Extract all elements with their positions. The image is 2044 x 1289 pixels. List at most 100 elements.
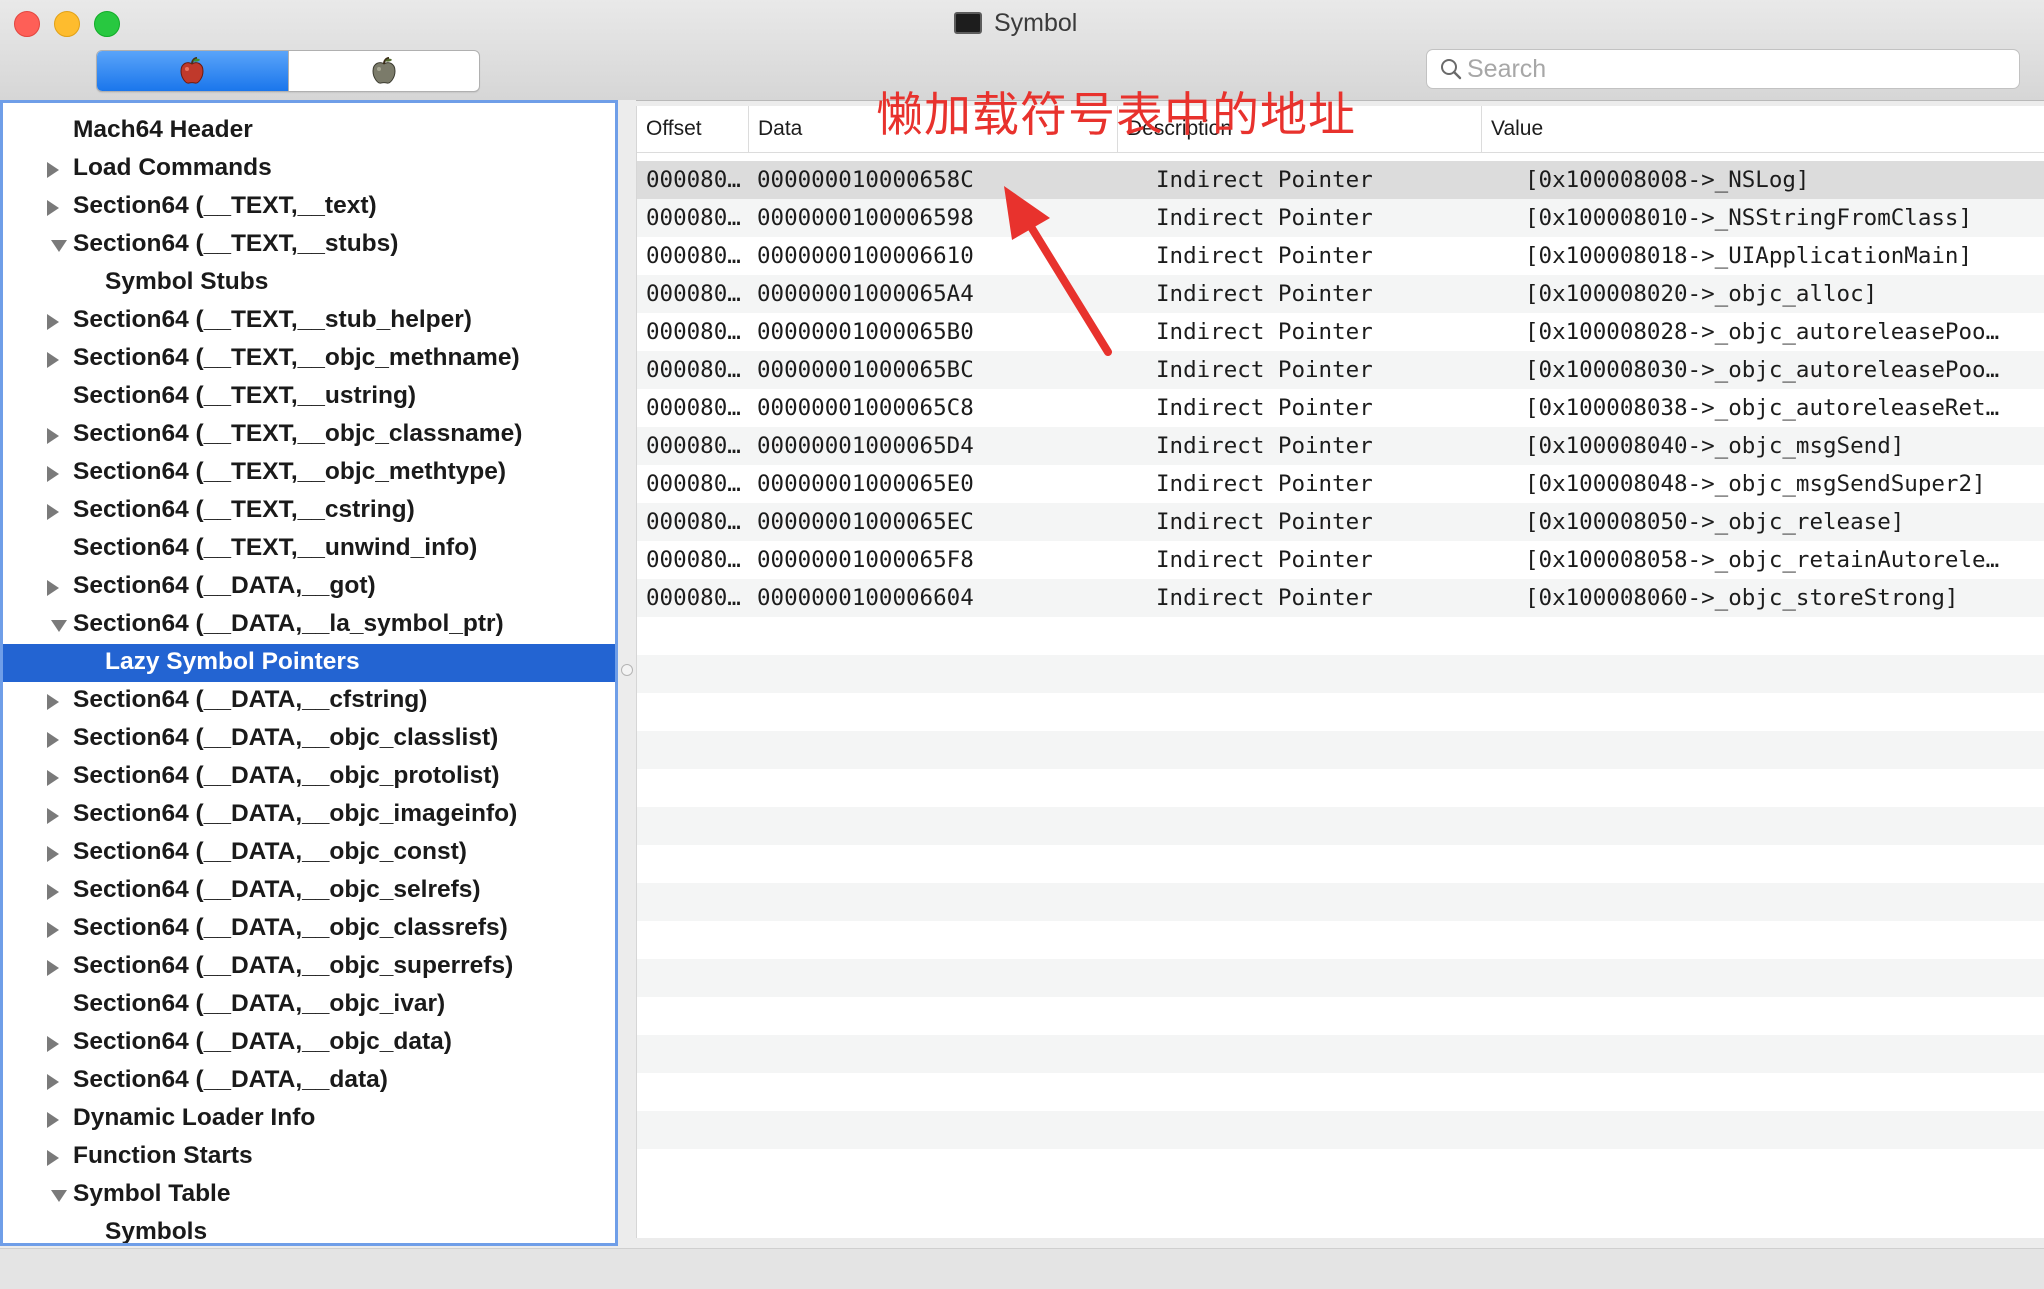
disclosure-closed-icon[interactable] (47, 732, 59, 748)
sidebar-item[interactable]: Section64 (__TEXT,__unwind_info) (3, 530, 615, 568)
sidebar-item[interactable]: Section64 (__DATA,__objc_imageinfo) (3, 796, 615, 834)
disclosure-closed-icon[interactable] (47, 580, 59, 596)
sidebar-item[interactable]: Section64 (__TEXT,__objc_methname) (3, 340, 615, 378)
disclosure-open-icon[interactable] (51, 1190, 67, 1202)
sidebar-item[interactable]: Section64 (__TEXT,__ustring) (3, 378, 615, 416)
disclosure-closed-icon[interactable] (47, 694, 59, 710)
sidebar-item[interactable]: Mach64 Header (3, 112, 615, 150)
split-view-divider[interactable] (618, 100, 636, 1246)
sidebar-item-label: Section64 (__TEXT,__objc_classname) (73, 420, 523, 447)
table-row[interactable]: 00008010 0000000100006598 Indirect Pointer… (637, 199, 2044, 237)
sidebar-item[interactable]: Section64 (__TEXT,__objc_methtype) (3, 454, 615, 492)
cell-description: Indirect Pointer (1156, 319, 1373, 345)
disclosure-closed-icon[interactable] (47, 770, 59, 786)
sidebar-item[interactable]: Section64 (__DATA,__data) (3, 1062, 615, 1100)
table-row[interactable]: 00008040 00000001000065D4 Indirect Pointer… (637, 427, 2044, 465)
disclosure-closed-icon[interactable] (47, 352, 59, 368)
sidebar-item[interactable]: Section64 (__DATA,__objc_const) (3, 834, 615, 872)
sidebar-item-label: Section64 (__DATA,__objc_const) (73, 838, 467, 865)
disclosure-closed-icon[interactable] (47, 428, 59, 444)
sidebar-item[interactable]: Lazy Symbol Pointers (3, 644, 615, 682)
column-header-offset[interactable]: Offset (637, 106, 748, 152)
table-row (637, 997, 2044, 1035)
sidebar-item[interactable]: Section64 (__DATA,__got) (3, 568, 615, 606)
search-input[interactable] (1467, 54, 1987, 84)
table-row[interactable]: 00008050 00000001000065EC Indirect Pointer… (637, 503, 2044, 541)
sidebar-item[interactable]: Symbols (3, 1214, 615, 1245)
sidebar-item[interactable]: Section64 (__DATA,__la_symbol_ptr) (3, 606, 615, 644)
cell-description: Indirect Pointer (1156, 585, 1373, 611)
table-row (637, 959, 2044, 997)
disclosure-closed-icon[interactable] (47, 960, 59, 976)
sidebar-item-label: Function Starts (73, 1142, 253, 1169)
cell-offset: 00008048 (646, 471, 750, 497)
rva-view-segment-button[interactable] (289, 51, 480, 91)
sidebar-item-label: Section64 (__TEXT,__ustring) (73, 382, 417, 409)
sidebar-item[interactable]: Section64 (__TEXT,__text) (3, 188, 615, 226)
cell-description: Indirect Pointer (1156, 395, 1373, 421)
sidebar-item[interactable]: Section64 (__DATA,__objc_classrefs) (3, 910, 615, 948)
sidebar-item[interactable]: Section64 (__DATA,__objc_superrefs) (3, 948, 615, 986)
sidebar-item[interactable]: Section64 (__TEXT,__cstring) (3, 492, 615, 530)
disclosure-closed-icon[interactable] (47, 1150, 59, 1166)
sidebar-item[interactable]: Section64 (__DATA,__objc_data) (3, 1024, 615, 1062)
sidebar-item[interactable]: Section64 (__TEXT,__stubs) (3, 226, 615, 264)
disclosure-closed-icon[interactable] (47, 884, 59, 900)
cell-value: [0x100008010->_NSStringFromClass] (1525, 205, 1973, 231)
sidebar-item[interactable]: Section64 (__DATA,__objc_classlist) (3, 720, 615, 758)
search-field[interactable] (1426, 49, 2020, 89)
disclosure-closed-icon[interactable] (47, 504, 59, 520)
sidebar-item-label: Section64 (__DATA,__la_symbol_ptr) (73, 610, 504, 637)
sidebar-item[interactable]: Section64 (__DATA,__objc_protolist) (3, 758, 615, 796)
disclosure-closed-icon[interactable] (47, 922, 59, 938)
table-row (637, 1035, 2044, 1073)
table-row[interactable]: 00008028 00000001000065B0 Indirect Pointer… (637, 313, 2044, 351)
table-row[interactable]: 00008038 00000001000065C8 Indirect Pointer… (637, 389, 2044, 427)
disclosure-closed-icon[interactable] (47, 314, 59, 330)
sidebar-item[interactable]: Section64 (__DATA,__objc_ivar) (3, 986, 615, 1024)
table-row[interactable]: 00008020 00000001000065A4 Indirect Pointer… (637, 275, 2044, 313)
sidebar-item[interactable]: Section64 (__TEXT,__stub_helper) (3, 302, 615, 340)
sidebar-item-label: Symbols (105, 1218, 208, 1245)
sidebar-item[interactable]: Dynamic Loader Info (3, 1100, 615, 1138)
disclosure-open-icon[interactable] (51, 240, 67, 252)
disclosure-closed-icon[interactable] (47, 200, 59, 216)
close-window-button[interactable] (14, 11, 40, 37)
disclosure-closed-icon[interactable] (47, 1074, 59, 1090)
table-row[interactable]: 00008030 00000001000065BC Indirect Pointer… (637, 351, 2044, 389)
table-row[interactable]: 00008048 00000001000065E0 Indirect Pointer… (637, 465, 2044, 503)
cell-value: [0x100008040->_objc_msgSend] (1525, 433, 1905, 459)
split-view-handle[interactable] (621, 664, 633, 676)
cell-data: 0000000100006610 (757, 243, 974, 269)
table-row[interactable]: 00008008 000000010000658C Indirect Pointer… (637, 161, 2044, 199)
table-row[interactable]: 00008058 00000001000065F8 Indirect Pointer… (637, 541, 2044, 579)
sidebar-item[interactable]: Section64 (__DATA,__cfstring) (3, 682, 615, 720)
sidebar-item[interactable]: Section64 (__TEXT,__objc_classname) (3, 416, 615, 454)
cell-offset: 00008030 (646, 357, 750, 383)
status-bar (0, 1248, 2044, 1289)
disclosure-closed-icon[interactable] (47, 1036, 59, 1052)
disclosure-closed-icon[interactable] (47, 1112, 59, 1128)
view-mode-segmented-control (96, 50, 480, 92)
disclosure-open-icon[interactable] (51, 620, 67, 632)
minimize-window-button[interactable] (54, 11, 80, 37)
sidebar-item[interactable]: Symbol Stubs (3, 264, 615, 302)
sidebar-item-label: Section64 (__DATA,__cfstring) (73, 686, 428, 713)
disclosure-closed-icon[interactable] (47, 466, 59, 482)
sidebar-item[interactable]: Load Commands (3, 150, 615, 188)
disclosure-closed-icon[interactable] (47, 162, 59, 178)
table-row[interactable]: 00008018 0000000100006610 Indirect Pointer… (637, 237, 2044, 275)
sidebar-item[interactable]: Function Starts (3, 1138, 615, 1176)
raw-view-segment-button[interactable] (97, 51, 288, 91)
cell-description: Indirect Pointer (1156, 281, 1373, 307)
cell-offset: 00008038 (646, 395, 750, 421)
sidebar-item[interactable]: Section64 (__DATA,__objc_selrefs) (3, 872, 615, 910)
zoom-window-button[interactable] (94, 11, 120, 37)
column-header-value[interactable]: Value (1481, 106, 2044, 152)
disclosure-closed-icon[interactable] (47, 846, 59, 862)
disclosure-closed-icon[interactable] (47, 808, 59, 824)
table-row[interactable]: 00008060 0000000100006604 Indirect Pointer… (637, 579, 2044, 617)
cell-offset: 00008020 (646, 281, 750, 307)
sidebar-item[interactable]: Symbol Table (3, 1176, 615, 1214)
cell-description: Indirect Pointer (1156, 243, 1373, 269)
